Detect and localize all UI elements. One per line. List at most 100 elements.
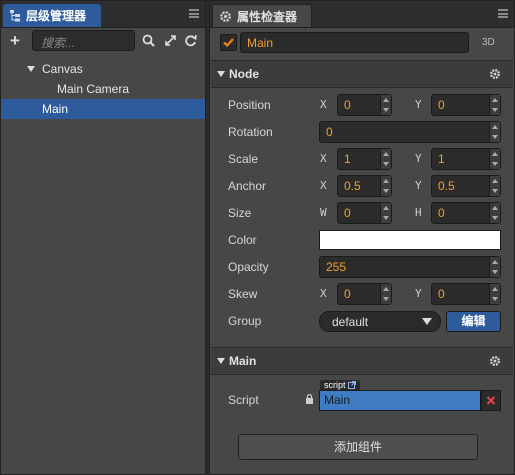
position-y-value: 0 (438, 98, 445, 112)
open-script-icon[interactable] (348, 381, 357, 389)
scale-x-stepper[interactable] (380, 149, 391, 169)
group-select[interactable]: default (319, 311, 441, 332)
skew-y-stepper[interactable] (489, 284, 500, 304)
hierarchy-icon (10, 10, 20, 22)
add-component-button[interactable]: 添加组件 (238, 434, 478, 460)
size-h-input[interactable]: 0 (431, 202, 501, 224)
script-clear-button[interactable] (481, 390, 501, 411)
group-label: Group (228, 314, 262, 328)
hierarchy-toolbar: + 搜索... (1, 28, 205, 54)
scale-x-input[interactable]: 1 (337, 148, 392, 170)
anchor-x-input[interactable]: 0.5 (337, 175, 392, 197)
tree-item-main[interactable]: Main (1, 99, 205, 119)
close-icon (486, 396, 496, 405)
anchor-x-stepper[interactable] (380, 176, 391, 196)
node-active-checkbox[interactable] (220, 34, 237, 51)
inspector-tab-title: 属性检查器 (237, 9, 298, 24)
add-node-icon[interactable]: + (10, 31, 20, 51)
script-section-title: Main (229, 354, 257, 368)
size-w-stepper[interactable] (380, 203, 391, 223)
position-x-stepper[interactable] (380, 95, 391, 115)
scale-x-axis: X (320, 152, 327, 165)
script-label: Script (228, 393, 259, 407)
rotation-label: Rotation (228, 125, 273, 139)
tree-item-label: Main Camera (57, 82, 130, 96)
skew-y-value: 0 (438, 287, 445, 301)
anchor-y-axis: Y (415, 179, 422, 192)
position-y-input[interactable]: 0 (431, 94, 501, 116)
position-y-axis: Y (415, 98, 422, 111)
anchor-label: Anchor (228, 179, 267, 193)
size-h-stepper[interactable] (489, 203, 500, 223)
opacity-stepper[interactable] (489, 257, 500, 277)
color-label: Color (228, 233, 257, 247)
node-section-title: Node (229, 67, 259, 81)
scale-y-value: 1 (438, 152, 445, 166)
inspector-tabbar: 属性检查器 (210, 1, 514, 28)
collapse-caret-icon[interactable] (217, 71, 225, 77)
inspector-panel: 属性检查器 Main 3D Node Position X 0 Y 0 Rota… (209, 0, 515, 475)
opacity-value: 255 (326, 260, 347, 274)
tree-item-canvas[interactable]: Canvas (1, 59, 205, 79)
rotation-stepper[interactable] (489, 122, 500, 142)
size-h-value: 0 (438, 206, 445, 220)
inspector-menu-icon[interactable] (498, 9, 508, 18)
opacity-input[interactable]: 255 (319, 256, 501, 278)
scale-x-value: 1 (344, 152, 351, 166)
search-icon[interactable] (142, 34, 155, 47)
node-name-input[interactable]: Main (240, 32, 469, 53)
anchor-y-input[interactable]: 0.5 (431, 175, 501, 197)
hierarchy-tabbar: 层级管理器 (1, 1, 205, 28)
script-asset-field[interactable]: Main (319, 390, 481, 411)
skew-x-axis: X (320, 287, 327, 300)
hierarchy-menu-icon[interactable] (189, 9, 199, 18)
checkmark-icon (223, 38, 234, 48)
position-x-input[interactable]: 0 (337, 94, 392, 116)
node-settings-gear-icon[interactable] (489, 68, 501, 80)
hierarchy-panel: 层级管理器 + 搜索... Canvas Main Camera Main (0, 0, 206, 475)
tree-item-main-camera[interactable]: Main Camera (1, 79, 205, 99)
expand-caret-icon[interactable] (27, 66, 35, 72)
skew-x-input[interactable]: 0 (337, 283, 392, 305)
tab-hierarchy[interactable]: 层级管理器 (3, 4, 101, 27)
scale-label: Scale (228, 152, 259, 166)
node-section-header[interactable]: Node (211, 60, 513, 88)
anchor-x-axis: X (320, 179, 327, 192)
size-w-value: 0 (344, 206, 351, 220)
rotation-input[interactable]: 0 (319, 121, 501, 143)
anchor-y-stepper[interactable] (489, 176, 500, 196)
rotation-value: 0 (326, 125, 333, 139)
skew-x-stepper[interactable] (380, 284, 391, 304)
anchor-y-value: 0.5 (438, 179, 455, 193)
size-label: Size (228, 206, 252, 220)
size-h-axis: H (415, 206, 422, 219)
collapse-caret-icon[interactable] (217, 358, 225, 364)
opacity-label: Opacity (228, 260, 269, 274)
lock-icon (306, 394, 313, 404)
tab-inspector[interactable]: 属性检查器 (212, 4, 312, 27)
scale-y-stepper[interactable] (489, 149, 500, 169)
size-w-input[interactable]: 0 (337, 202, 392, 224)
tree-item-label: Main (42, 102, 69, 116)
expand-all-icon[interactable] (164, 34, 177, 47)
node-tree: Canvas Main Camera Main (1, 59, 205, 119)
anchor-x-value: 0.5 (344, 179, 361, 193)
position-x-value: 0 (344, 98, 351, 112)
position-y-stepper[interactable] (489, 95, 500, 115)
skew-label: Skew (228, 287, 258, 301)
color-swatch[interactable] (319, 230, 501, 250)
position-x-axis: X (320, 98, 327, 111)
refresh-icon[interactable] (184, 34, 197, 47)
skew-x-value: 0 (344, 287, 351, 301)
scale-y-input[interactable]: 1 (431, 148, 501, 170)
script-asset-value: Main (324, 393, 351, 407)
skew-y-input[interactable]: 0 (431, 283, 501, 305)
component-settings-gear-icon[interactable] (489, 355, 501, 367)
hierarchy-search-input[interactable]: 搜索... (32, 30, 135, 51)
group-select-value: default (332, 315, 369, 329)
size-w-axis: W (320, 206, 327, 219)
script-section-header[interactable]: Main (211, 347, 513, 375)
edit-group-button[interactable]: 编辑 (446, 311, 501, 332)
scale-y-axis: Y (415, 152, 422, 165)
3d-toggle[interactable]: 3D (482, 37, 495, 48)
